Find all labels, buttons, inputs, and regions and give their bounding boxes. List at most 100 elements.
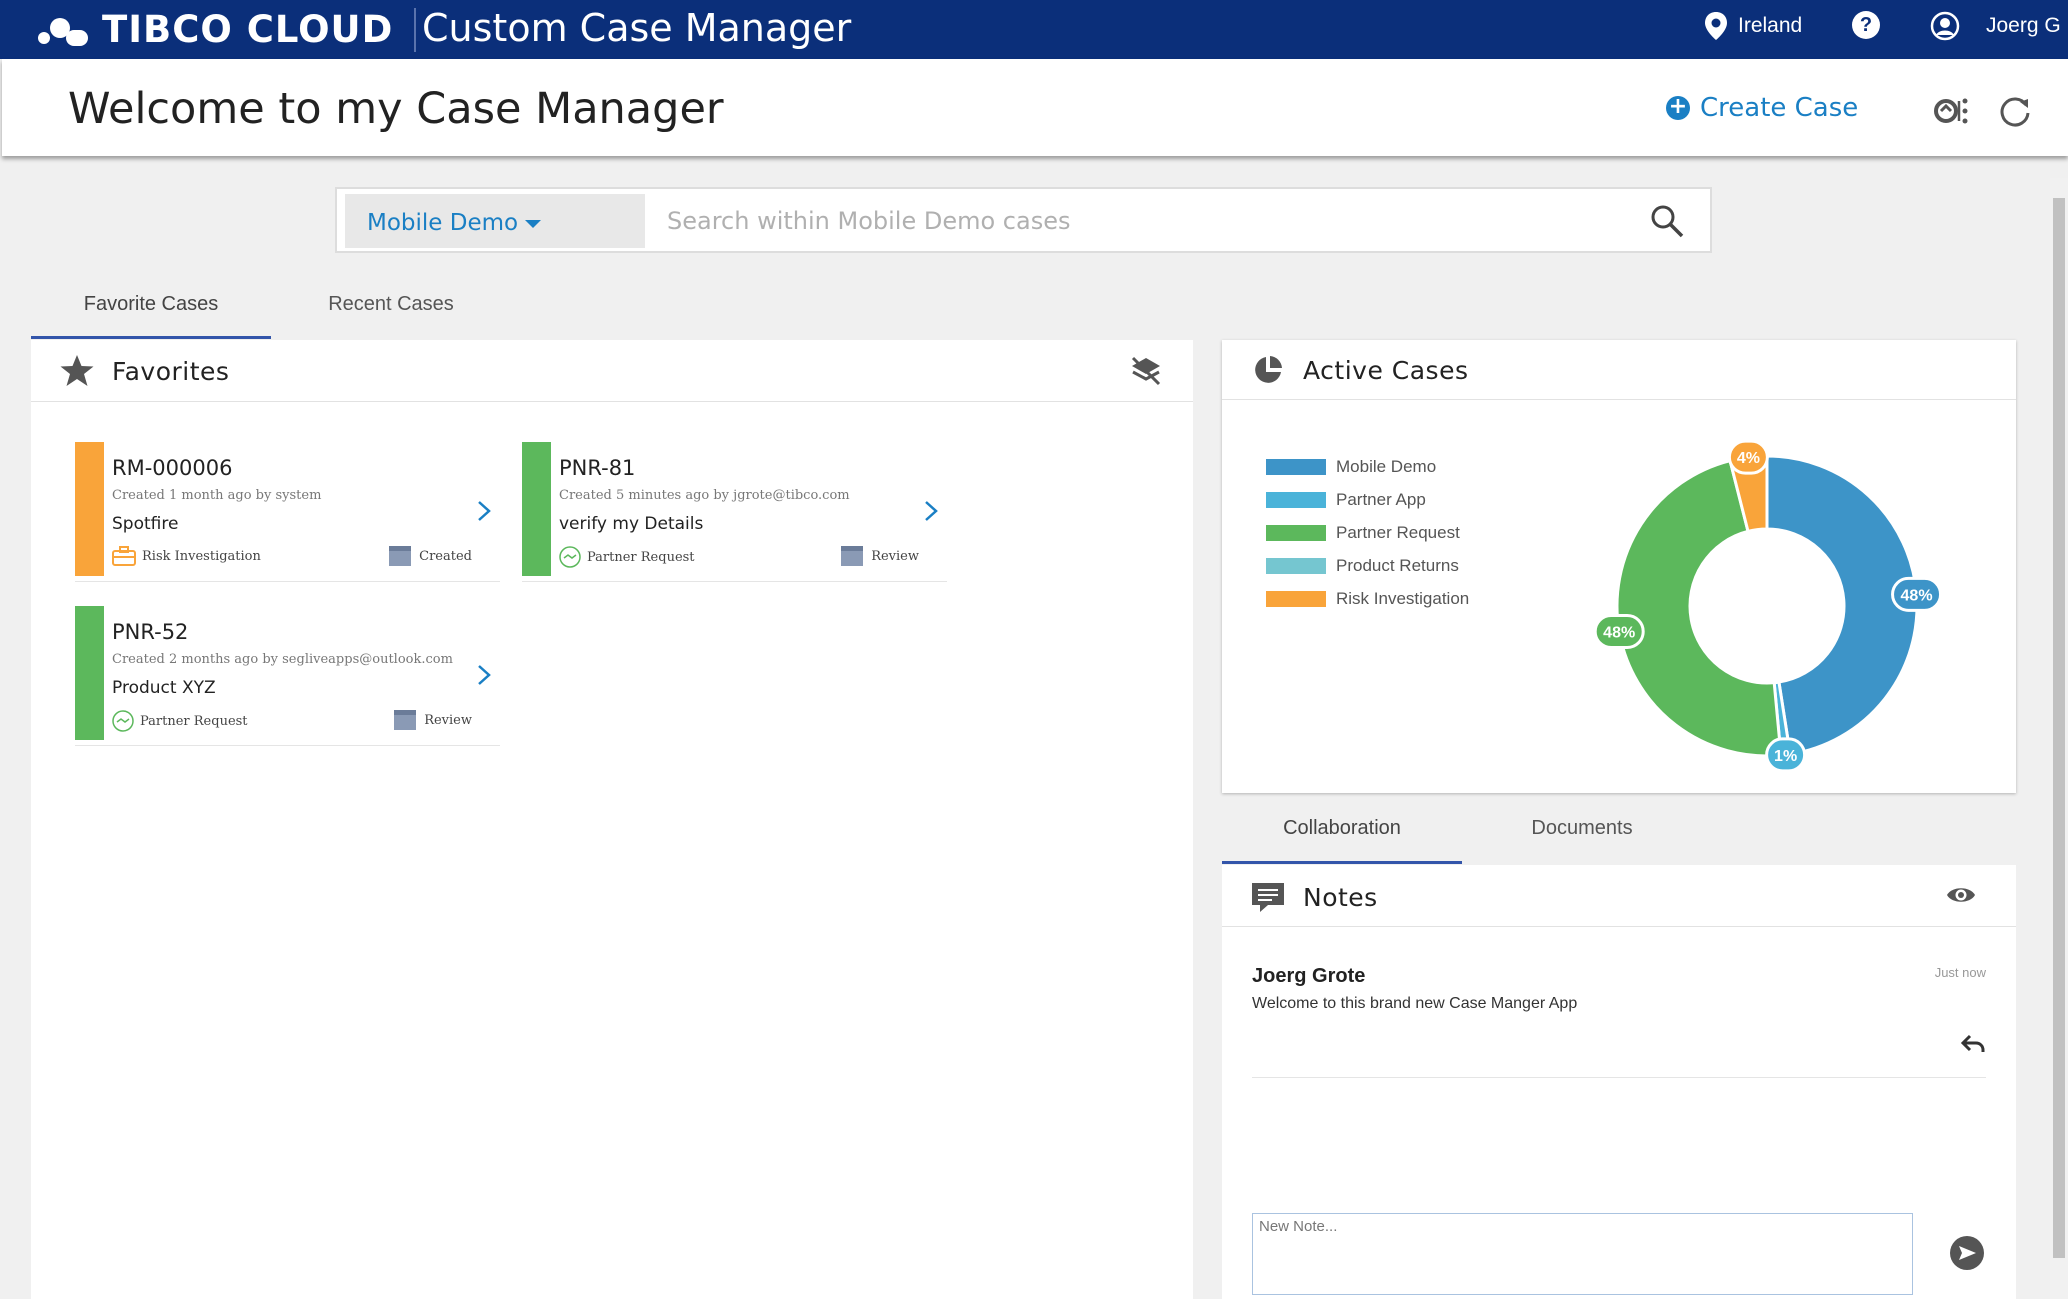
donut-slice-label: 4% bbox=[1727, 439, 1769, 475]
svg-text:1%: 1% bbox=[1774, 748, 1797, 765]
tab-documents[interactable]: Documents bbox=[1462, 817, 1702, 840]
legend-label: Risk Investigation bbox=[1336, 589, 1470, 608]
tab-favorite-cases[interactable]: Favorite Cases bbox=[31, 293, 271, 316]
case-id: RM-000006 bbox=[112, 456, 233, 480]
legend-item[interactable]: Mobile Demo bbox=[1266, 457, 1436, 477]
legend-swatch bbox=[1266, 558, 1326, 574]
legend-swatch bbox=[1266, 492, 1326, 508]
chevron-right-icon[interactable] bbox=[923, 500, 939, 522]
case-card[interactable]: PNR-81 Created 5 minutes ago by jgrote@t… bbox=[522, 442, 947, 582]
briefcase-icon bbox=[112, 546, 136, 566]
case-state: Review bbox=[394, 710, 472, 730]
favorites-header: Favorites bbox=[31, 340, 1193, 402]
case-state-label: Review bbox=[424, 712, 472, 728]
case-meta: Created 2 months ago by segliveapps@outl… bbox=[112, 652, 453, 667]
case-card[interactable]: PNR-52 Created 2 months ago by segliveap… bbox=[75, 606, 500, 746]
app-title: Custom Case Manager bbox=[422, 6, 852, 50]
legend-label: Partner App bbox=[1336, 490, 1426, 509]
case-summary: Spotfire bbox=[112, 514, 179, 534]
legend-label: Product Returns bbox=[1336, 556, 1459, 575]
legend-item[interactable]: Partner App bbox=[1266, 490, 1426, 510]
favorites-title: Favorites bbox=[112, 357, 230, 386]
region-selector[interactable]: Ireland bbox=[1704, 11, 1802, 41]
new-note-input[interactable] bbox=[1252, 1213, 1913, 1295]
search-input[interactable] bbox=[667, 197, 1617, 245]
case-type: Risk Investigation bbox=[112, 546, 261, 566]
donut-slice-label: 48% bbox=[1593, 614, 1645, 650]
create-case-button[interactable]: + Create Case bbox=[1666, 93, 1858, 123]
case-status-bar bbox=[75, 606, 104, 740]
eye-icon[interactable] bbox=[1946, 883, 1976, 907]
comment-icon bbox=[1252, 883, 1284, 912]
app-selector-dropdown[interactable]: Mobile Demo bbox=[345, 194, 645, 248]
config-process-icon[interactable] bbox=[1932, 91, 1972, 131]
brand-name: TIBCO CLOUD bbox=[102, 8, 394, 51]
tibco-logo-icon bbox=[36, 10, 94, 50]
create-case-label: Create Case bbox=[1700, 93, 1859, 123]
legend-swatch bbox=[1266, 459, 1326, 475]
legend-label: Partner Request bbox=[1336, 523, 1460, 542]
case-state: Created bbox=[389, 546, 472, 566]
search-icon[interactable] bbox=[1649, 203, 1685, 239]
donut-slice[interactable] bbox=[1765, 454, 1919, 756]
notes-panel: Notes Joerg Grote Just now Welcome to th… bbox=[1222, 865, 2016, 1299]
legend-label: Mobile Demo bbox=[1336, 457, 1437, 476]
chevron-right-icon[interactable] bbox=[476, 664, 492, 686]
note-text: Welcome to this brand new Case Manger Ap… bbox=[1252, 995, 1578, 1012]
location-pin-icon bbox=[1705, 12, 1727, 40]
search-bar: Mobile Demo bbox=[335, 187, 1712, 253]
send-note-button[interactable] bbox=[1950, 1236, 1984, 1270]
svg-text:48%: 48% bbox=[1901, 587, 1933, 604]
case-meta: Created 1 month ago by system bbox=[112, 488, 322, 503]
note-divider bbox=[1252, 1077, 1986, 1078]
caret-down-icon bbox=[525, 220, 541, 228]
note-item: Joerg Grote Just now Welcome to this bra… bbox=[1222, 927, 2016, 1107]
app-selector-value: Mobile Demo bbox=[367, 210, 519, 236]
legend-item[interactable]: Product Returns bbox=[1266, 556, 1459, 576]
case-type: Partner Request bbox=[112, 710, 248, 732]
case-card[interactable]: RM-000006 Created 1 month ago by system … bbox=[75, 442, 500, 582]
case-id: PNR-81 bbox=[559, 456, 636, 480]
legend-swatch bbox=[1266, 591, 1326, 607]
help-button[interactable]: ? bbox=[1852, 11, 1880, 39]
refresh-icon[interactable] bbox=[1995, 91, 2035, 131]
page-title: Welcome to my Case Manager bbox=[68, 84, 724, 134]
active-tab-indicator bbox=[1222, 861, 1462, 864]
legend-item[interactable]: Risk Investigation bbox=[1266, 589, 1469, 609]
brand[interactable]: TIBCO CLOUD bbox=[36, 8, 393, 51]
pie-chart-icon bbox=[1255, 356, 1282, 383]
scrollbar-thumb[interactable] bbox=[2053, 198, 2065, 1258]
case-state: Review bbox=[841, 546, 919, 566]
case-summary: Product XYZ bbox=[112, 678, 216, 698]
case-summary: verify my Details bbox=[559, 514, 704, 534]
page-scrollbar[interactable] bbox=[2050, 178, 2068, 1299]
svg-text:48%: 48% bbox=[1603, 625, 1635, 642]
reply-icon[interactable] bbox=[1960, 1033, 1986, 1055]
case-status-bar bbox=[522, 442, 551, 576]
case-state-label: Review bbox=[871, 548, 919, 564]
active-cases-title: Active Cases bbox=[1303, 356, 1469, 385]
case-state-label: Created bbox=[419, 548, 472, 564]
top-bar: TIBCO CLOUD Custom Case Manager Ireland … bbox=[0, 0, 2068, 59]
handshake-icon bbox=[112, 710, 134, 732]
layers-off-icon[interactable] bbox=[1129, 354, 1163, 388]
tab-recent-cases[interactable]: Recent Cases bbox=[271, 293, 511, 316]
case-meta: Created 5 minutes ago by jgrote@tibco.co… bbox=[559, 488, 850, 503]
donut-slice-label: 48% bbox=[1891, 576, 1943, 612]
case-type-label: Partner Request bbox=[140, 713, 248, 729]
case-status-bar bbox=[75, 442, 104, 576]
chevron-right-icon[interactable] bbox=[476, 500, 492, 522]
handshake-icon bbox=[559, 546, 581, 568]
active-cases-donut-chart: 48% 1% 48% 4% bbox=[1593, 439, 1943, 773]
legend-item[interactable]: Partner Request bbox=[1266, 523, 1460, 543]
legend-swatch bbox=[1266, 525, 1326, 541]
tab-collaboration[interactable]: Collaboration bbox=[1222, 817, 1462, 840]
state-icon bbox=[394, 710, 417, 730]
star-icon bbox=[60, 355, 94, 386]
user-menu[interactable]: Joerg G bbox=[1930, 11, 2061, 41]
note-author: Joerg Grote bbox=[1252, 965, 1366, 987]
donut-slice-label: 1% bbox=[1765, 737, 1807, 773]
active-tab-indicator bbox=[31, 336, 271, 339]
case-type: Partner Request bbox=[559, 546, 695, 568]
send-icon bbox=[1959, 1246, 1976, 1260]
